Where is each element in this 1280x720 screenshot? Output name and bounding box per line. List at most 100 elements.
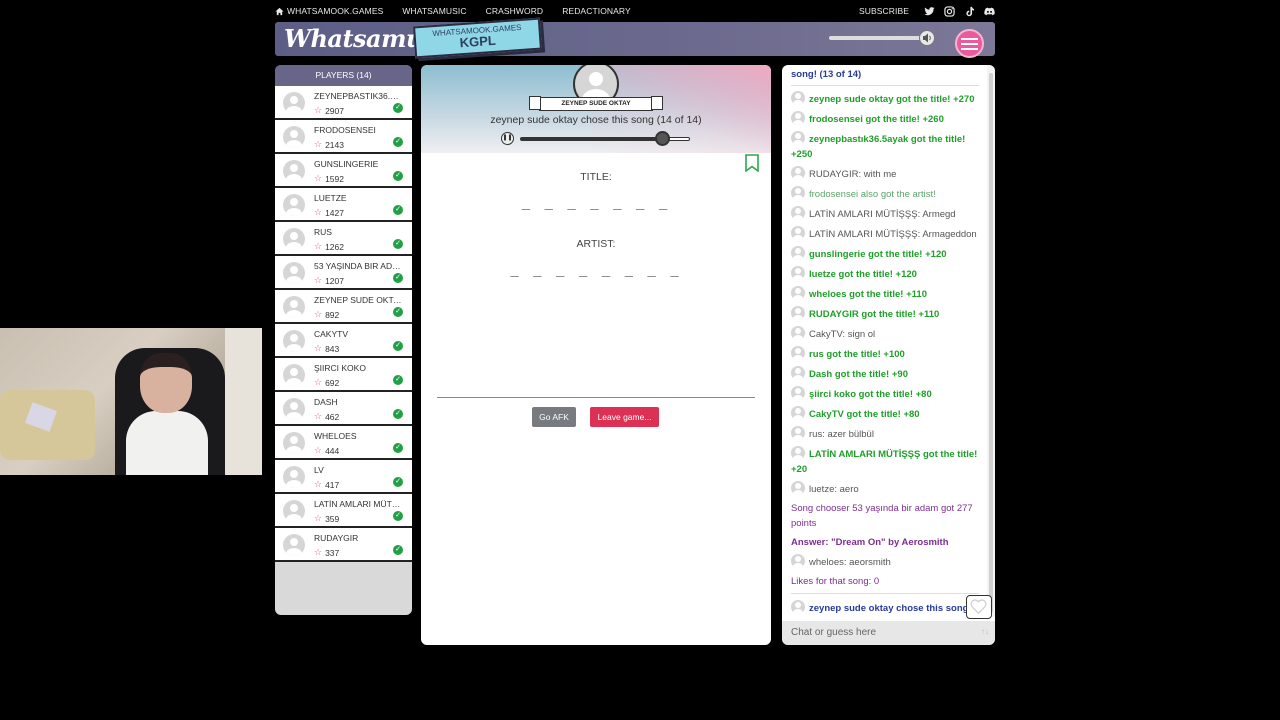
player-row[interactable]: FRODOSENSEI ☆ 2143 ✓ bbox=[275, 120, 412, 154]
nav-link-label: REDACTIONARY bbox=[562, 6, 631, 16]
player-avatar bbox=[283, 330, 305, 352]
pause-button[interactable]: ❚❚ bbox=[501, 132, 514, 145]
player-score-value: 692 bbox=[325, 377, 340, 388]
chat-message-text: luetze: aero bbox=[809, 484, 859, 495]
chat-avatar bbox=[791, 326, 805, 340]
player-score: ☆ 843 bbox=[314, 343, 339, 354]
player-row[interactable]: CAKYTV ☆ 843 ✓ bbox=[275, 324, 412, 358]
player-score-value: 1262 bbox=[325, 241, 344, 252]
discord-icon[interactable] bbox=[984, 6, 995, 17]
player-score: ☆ 1207 bbox=[314, 275, 344, 286]
chat-message-text: LATİN AMLARI MÜTİŞŞŞ: Armegd bbox=[809, 209, 956, 220]
player-name: LATİN AMLARI MÜTİŞ... bbox=[314, 499, 402, 509]
nav-link-label: WHATSAMUSIC bbox=[402, 6, 467, 16]
checkmark-icon: ✓ bbox=[393, 307, 403, 317]
header-bar: Whatsamusic WHATSAMOOK.GAMES KGPL bbox=[275, 17, 995, 59]
player-row[interactable]: DASH ☆ 462 ✓ bbox=[275, 392, 412, 426]
nav-link-redactionary[interactable]: REDACTIONARY bbox=[562, 6, 631, 16]
star-icon: ☆ bbox=[314, 411, 323, 421]
player-avatar bbox=[283, 364, 305, 386]
star-icon: ☆ bbox=[314, 513, 323, 523]
player-row[interactable]: RUS ☆ 1262 ✓ bbox=[275, 222, 412, 256]
chat-avatar bbox=[791, 600, 805, 614]
chat-avatar bbox=[791, 406, 805, 420]
player-name: DASH bbox=[314, 397, 338, 407]
nav-link-whatsamook[interactable]: WHATSAMOOK.GAMES bbox=[275, 6, 383, 16]
song-chooser-text: zeynep sude oktay chose this song (14 of… bbox=[490, 114, 702, 126]
chat-message-text: Likes for that song: 0 bbox=[791, 576, 880, 587]
star-icon: ☆ bbox=[314, 343, 323, 353]
player-name: LV bbox=[314, 465, 324, 475]
player-score: ☆ 337 bbox=[314, 547, 339, 558]
scrollbar-thumb[interactable] bbox=[989, 73, 993, 613]
player-name: GUNSLINGERIE bbox=[314, 159, 379, 169]
player-score: ☆ 1262 bbox=[314, 241, 344, 252]
tiktok-icon[interactable] bbox=[964, 6, 975, 17]
chat-message-text: frodosensei got the title! +260 bbox=[809, 114, 944, 125]
webcam-person bbox=[126, 353, 208, 475]
chat-message-text: luetze got the title! +120 bbox=[809, 269, 917, 280]
nav-link-label: WHATSAMOOK.GAMES bbox=[287, 6, 384, 16]
volume-slider[interactable] bbox=[829, 30, 935, 46]
player-row[interactable]: LV ☆ 417 ✓ bbox=[275, 460, 412, 494]
menu-line bbox=[961, 37, 978, 40]
chat-message: zeynepbastık36.5ayak got the title! +250 bbox=[791, 131, 979, 162]
chat-input[interactable]: Chat or guess here ↑↓ bbox=[782, 621, 995, 645]
player-avatar bbox=[283, 432, 305, 454]
player-row[interactable]: RUDAYGIR ☆ 337 ✓ bbox=[275, 528, 412, 562]
chat-message-text: wheloes got the title! +110 bbox=[809, 289, 927, 300]
chat-message-text: song! (13 of 14) bbox=[791, 69, 862, 80]
chat-message-text: CakyTV got the title! +80 bbox=[809, 409, 920, 420]
player-avatar bbox=[283, 398, 305, 420]
timer-icon bbox=[655, 131, 670, 146]
player-score: ☆ 417 bbox=[314, 479, 339, 490]
chat-avatar bbox=[791, 111, 805, 125]
chat-avatar bbox=[791, 366, 805, 380]
leave-game-button[interactable]: Leave game... bbox=[590, 407, 659, 427]
chat-message: rus: azer bülbül bbox=[791, 426, 979, 442]
player-score: ☆ 2143 bbox=[314, 139, 344, 150]
player-name: RUS bbox=[314, 227, 332, 237]
go-afk-button[interactable]: Go AFK bbox=[532, 407, 576, 427]
player-score-value: 2907 bbox=[325, 105, 344, 116]
player-name: RUDAYGIR bbox=[314, 533, 359, 543]
volume-knob[interactable] bbox=[919, 30, 935, 46]
player-row[interactable]: ZEYNEPBASTIK36.5A... ☆ 2907 ✓ bbox=[275, 86, 412, 120]
player-row[interactable]: 53 YAŞINDA BIR ADAM ☆ 1207 ✓ bbox=[275, 256, 412, 290]
player-name: ZEYNEP SUDE OKTAY bbox=[314, 295, 402, 305]
hamburger-menu-button[interactable] bbox=[955, 29, 984, 58]
home-icon bbox=[275, 7, 284, 15]
player-row[interactable]: LATİN AMLARI MÜTİŞ... ☆ 359 ✓ bbox=[275, 494, 412, 528]
chat-avatar bbox=[791, 554, 805, 568]
player-name: WHELOES bbox=[314, 431, 357, 441]
title-blanks: _ _ _ _ _ _ _ bbox=[521, 194, 671, 210]
chat-message: wheloes: aeorsmith bbox=[791, 554, 979, 570]
instagram-icon[interactable] bbox=[944, 5, 955, 17]
chat-avatar bbox=[791, 306, 805, 320]
chat-scrollbar[interactable] bbox=[987, 65, 995, 617]
like-song-button[interactable] bbox=[966, 595, 992, 619]
player-row[interactable]: ZEYNEP SUDE OKTAY ☆ 892 ✓ bbox=[275, 290, 412, 324]
title-label: TITLE: bbox=[580, 171, 612, 183]
nav-link-crashword[interactable]: CRASHWORD bbox=[486, 6, 544, 16]
webcam-person-body bbox=[126, 411, 208, 475]
player-score-value: 1592 bbox=[325, 173, 344, 184]
star-icon: ☆ bbox=[314, 377, 323, 387]
chat-message-text: RUDAYGIR: with me bbox=[809, 169, 897, 180]
player-row[interactable]: ŞIIRCI KOKO ☆ 692 ✓ bbox=[275, 358, 412, 392]
chat-message: frodosensei got the title! +260 bbox=[791, 111, 979, 127]
chat-avatar bbox=[791, 206, 805, 220]
checkmark-icon: ✓ bbox=[393, 443, 403, 453]
subscribe-link[interactable]: SUBSCRIBE bbox=[859, 6, 909, 16]
checkmark-icon: ✓ bbox=[393, 137, 403, 147]
bookmark-icon[interactable] bbox=[745, 154, 759, 172]
chat-avatar bbox=[791, 131, 805, 145]
nav-link-whatsamusic[interactable]: WHATSAMUSIC bbox=[402, 6, 466, 16]
player-row[interactable]: LUETZE ☆ 1427 ✓ bbox=[275, 188, 412, 222]
chat-message-text: Song chooser 53 yaşında bir adam got 277… bbox=[791, 503, 973, 529]
player-row[interactable]: WHELOES ☆ 444 ✓ bbox=[275, 426, 412, 460]
twitter-icon[interactable] bbox=[924, 6, 935, 17]
player-row[interactable]: GUNSLINGERIE ☆ 1592 ✓ bbox=[275, 154, 412, 188]
player-avatar bbox=[283, 194, 305, 216]
send-icon[interactable]: ↑↓ bbox=[981, 627, 989, 636]
